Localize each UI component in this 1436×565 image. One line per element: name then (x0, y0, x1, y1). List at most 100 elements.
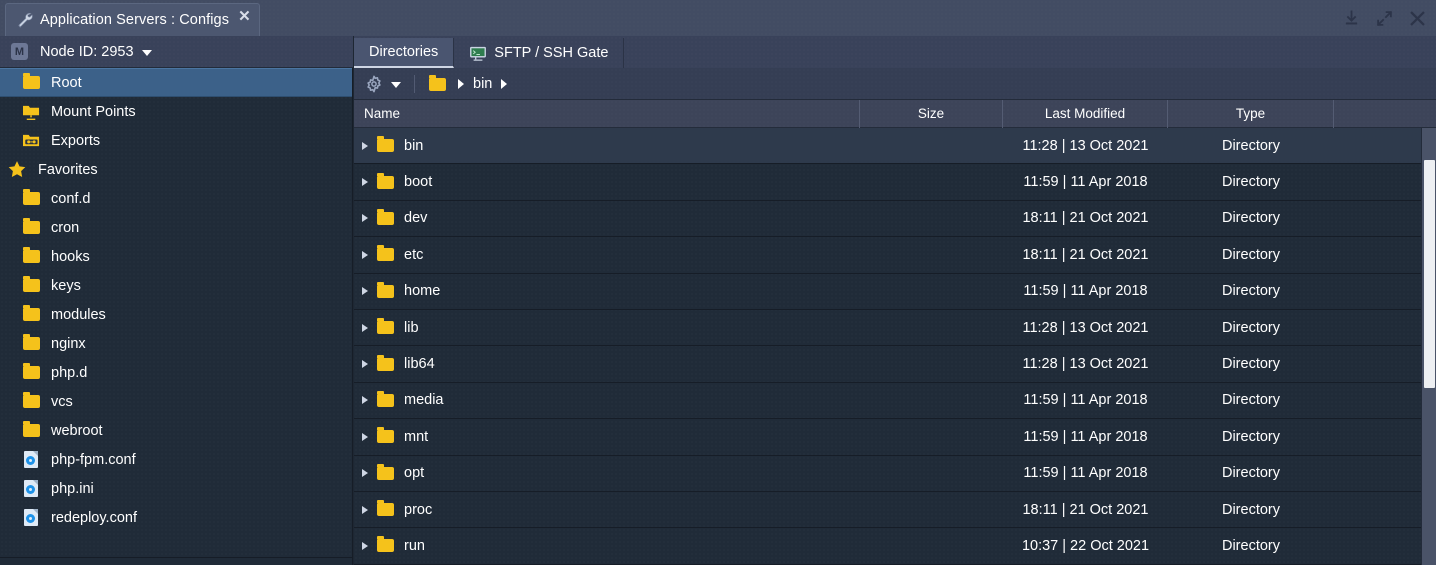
file-name-label: mnt (404, 428, 429, 445)
table-row[interactable]: etc 18:11 | 21 Oct 2021 Directory (354, 237, 1436, 274)
sidebar-item-webroot[interactable]: webroot (0, 416, 352, 445)
sidebar-item-nginx[interactable]: nginx (0, 329, 352, 358)
config-file-icon (22, 480, 41, 497)
expand-chevron-right-icon[interactable] (362, 250, 368, 259)
cell-name: lib (354, 318, 860, 336)
expand-chevron-right-icon[interactable] (362, 469, 368, 478)
window-tab-close-icon[interactable]: ✕ (238, 9, 251, 24)
sidebar-item-php-d[interactable]: php.d (0, 358, 352, 387)
cell-modified: 11:28 | 13 Oct 2021 (1022, 319, 1149, 336)
column-header-last-modified[interactable]: Last Modified (1003, 99, 1168, 128)
node-selector-bar[interactable]: M Node ID: 2953 (0, 36, 353, 68)
maximize-icon[interactable] (1376, 10, 1393, 27)
sidebar-item-php-fpm-conf[interactable]: php-fpm.conf (0, 445, 352, 474)
expand-chevron-right-icon[interactable] (362, 287, 368, 296)
cell-type: Directory (1221, 210, 1280, 227)
folder-icon (22, 305, 41, 323)
expand-chevron-right-icon[interactable] (362, 396, 368, 405)
window-tab-application-servers[interactable]: Application Servers : Configs ✕ (5, 3, 260, 36)
sidebar-item-label: redeploy.conf (51, 509, 137, 526)
cell-type: Directory (1221, 137, 1280, 154)
sidebar-horizontal-scrollbar[interactable] (0, 557, 353, 565)
folder-icon (376, 172, 395, 191)
expand-chevron-right-icon[interactable] (362, 178, 368, 187)
gear-icon[interactable] (365, 75, 383, 93)
folder-icon (22, 421, 41, 439)
table-header: Name Size Last Modified Type (354, 99, 1436, 128)
table-row[interactable]: mnt 11:59 | 11 Apr 2018 Directory (354, 419, 1436, 456)
sidebar-item-cron[interactable]: cron (0, 213, 352, 242)
sidebar-item-exports[interactable]: Exports (0, 126, 352, 155)
expand-chevron-right-icon[interactable] (362, 141, 368, 150)
chevron-down-icon[interactable] (141, 49, 152, 56)
sidebar-item-label: hooks (51, 248, 90, 265)
expand-chevron-right-icon[interactable] (362, 432, 368, 441)
table-row[interactable]: proc 18:11 | 21 Oct 2021 Directory (354, 492, 1436, 529)
sidebar-item-label: Exports (51, 132, 101, 149)
column-header-name[interactable]: Name (354, 99, 860, 128)
folder-icon (376, 318, 395, 336)
breadcrumb-root-folder-icon[interactable] (428, 74, 447, 92)
toolbar-chevron-down-icon[interactable] (391, 81, 401, 88)
folder-icon (22, 189, 41, 207)
cell-name: dev (354, 208, 860, 227)
folder-icon (22, 363, 41, 381)
expand-chevron-right-icon[interactable] (362, 323, 368, 332)
column-header-type[interactable]: Type (1168, 99, 1334, 128)
tab-sftp-ssh-gate[interactable]: SFTP / SSH Gate (454, 38, 625, 68)
folder-icon (376, 136, 395, 154)
sidebar-item-modules[interactable]: modules (0, 300, 352, 329)
table-row[interactable]: run 10:37 | 22 Oct 2021 Directory (354, 528, 1436, 565)
sidebar-item-label: Mount Points (51, 103, 136, 120)
sidebar-item-vcs[interactable]: vcs (0, 387, 352, 416)
table-row[interactable]: lib 11:28 | 13 Oct 2021 Directory (354, 310, 1436, 347)
sidebar-item-mount-points[interactable]: Mount Points (0, 97, 352, 126)
sidebar-item-keys[interactable]: keys (0, 271, 352, 300)
cell-modified: 11:59 | 11 Apr 2018 (1023, 283, 1148, 300)
sidebar-item-root[interactable]: Root (0, 68, 352, 97)
cell-modified: 18:11 | 21 Oct 2021 (1022, 210, 1149, 227)
table-row[interactable]: media 11:59 | 11 Apr 2018 Directory (354, 383, 1436, 420)
file-name-label: media (404, 392, 444, 409)
cell-name: home (354, 281, 860, 300)
cell-modified: 18:11 | 21 Oct 2021 (1022, 501, 1149, 518)
sidebar-item-redeploy-conf[interactable]: redeploy.conf (0, 503, 352, 532)
sidebar-item-php-ini[interactable]: php.ini (0, 474, 352, 503)
vertical-scrollbar-track[interactable] (1421, 128, 1436, 565)
sidebar-item-label: Favorites (38, 161, 98, 178)
column-header-filler (1334, 100, 1436, 128)
sidebar-item-hooks[interactable]: hooks (0, 242, 352, 271)
expand-chevron-right-icon[interactable] (362, 214, 368, 223)
breadcrumb-item-bin[interactable]: bin (473, 76, 492, 92)
expand-chevron-right-icon[interactable] (362, 360, 368, 369)
folder-icon (22, 276, 41, 294)
export-folder-icon (22, 132, 41, 149)
sidebar-item-favorites[interactable]: Favorites (0, 155, 352, 184)
cell-type: Directory (1221, 501, 1280, 518)
sidebar-item-conf-d[interactable]: conf.d (0, 184, 352, 213)
table-row[interactable]: home 11:59 | 11 Apr 2018 Directory (354, 274, 1436, 310)
table-row[interactable]: dev 18:11 | 21 Oct 2021 Directory (354, 201, 1436, 238)
expand-chevron-right-icon[interactable] (362, 505, 368, 514)
table-row[interactable]: lib64 11:28 | 13 Oct 2021 Directory (354, 346, 1436, 383)
table-row[interactable]: boot 11:59 | 11 Apr 2018 Directory (354, 164, 1436, 201)
folder-icon (22, 247, 41, 265)
star-icon (6, 159, 30, 181)
column-header-size[interactable]: Size (860, 99, 1003, 128)
cell-type: Directory (1221, 537, 1280, 554)
breadcrumb-chevron-right-icon-2 (501, 78, 508, 89)
folder-icon (376, 208, 395, 227)
cell-name: bin (354, 136, 860, 154)
table-row[interactable]: bin 11:28 | 13 Oct 2021 Directory (354, 128, 1436, 165)
cell-type: Directory (1221, 174, 1280, 191)
close-icon[interactable] (1409, 10, 1426, 27)
tab-directories[interactable]: Directories (354, 38, 455, 68)
file-name-label: etc (404, 246, 424, 263)
expand-chevron-right-icon[interactable] (362, 541, 368, 550)
breadcrumb-toolbar: bin (354, 68, 1436, 100)
cell-modified: 11:59 | 11 Apr 2018 (1023, 392, 1148, 409)
cell-modified: 11:28 | 13 Oct 2021 (1022, 137, 1149, 154)
minimize-to-tray-icon[interactable] (1343, 9, 1360, 27)
vertical-scrollbar-thumb[interactable] (1424, 160, 1435, 388)
table-row[interactable]: opt 11:59 | 11 Apr 2018 Directory (354, 456, 1436, 492)
